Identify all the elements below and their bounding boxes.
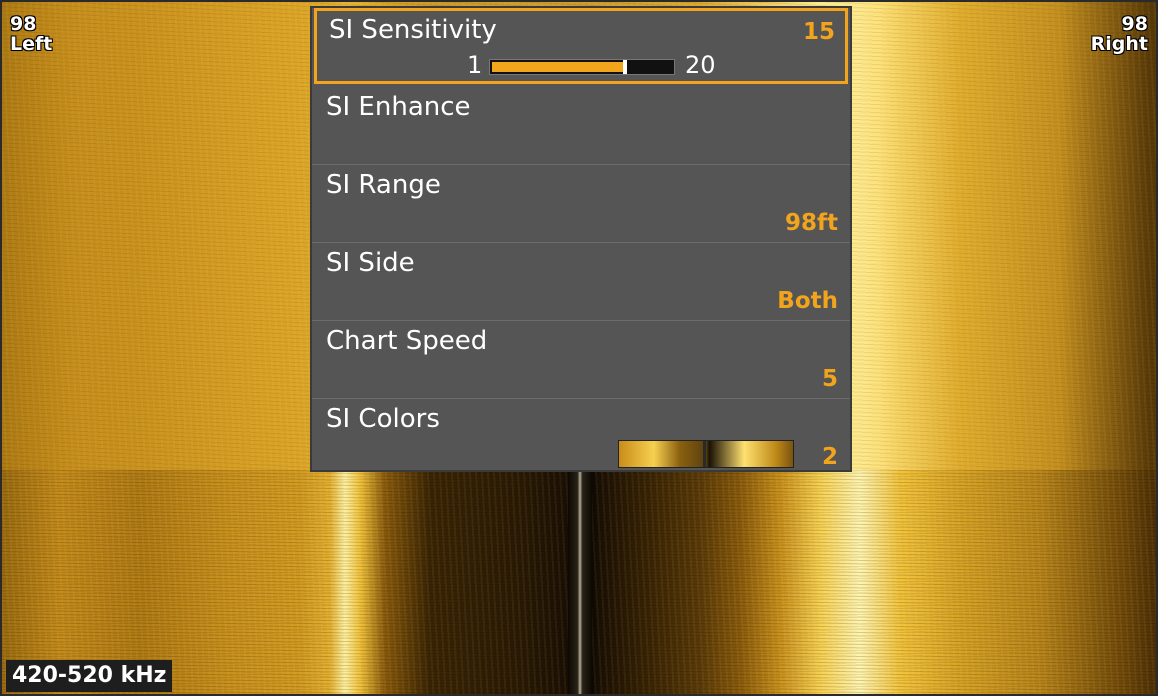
left-range-readout: 98 Left: [10, 14, 52, 54]
menu-item-chart-speed[interactable]: Chart Speed 5: [312, 320, 850, 399]
right-range-value: 98: [1121, 13, 1148, 35]
menu-item-label: SI Enhance: [326, 92, 471, 122]
sensitivity-slider-handle[interactable]: [623, 60, 627, 74]
slider-min-label: 1: [467, 51, 483, 79]
right-range-readout: 98 Right: [1091, 14, 1148, 54]
menu-item-label: SI Sensitivity: [329, 15, 497, 45]
menu-item-value: 15: [802, 19, 835, 45]
menu-item-value: 5: [821, 366, 838, 392]
menu-item-label: SI Side: [326, 248, 415, 278]
menu-item-label: SI Range: [326, 170, 441, 200]
slider-max-label: 20: [685, 51, 716, 79]
frequency-readout: 420-520 kHz: [6, 660, 173, 692]
menu-item-value: 2: [821, 444, 838, 470]
sensitivity-slider-fill: [492, 62, 625, 72]
sensitivity-slider[interactable]: [489, 59, 675, 75]
color-palette-preview: [618, 440, 794, 468]
menu-item-si-range[interactable]: SI Range 98ft: [312, 164, 850, 243]
right-side-label: Right: [1090, 33, 1148, 55]
menu-item-label: SI Colors: [326, 404, 440, 434]
menu-item-si-sensitivity[interactable]: SI Sensitivity 15 1 20: [314, 8, 848, 84]
left-side-label: Left: [10, 33, 53, 55]
left-range-value: 98: [10, 13, 37, 35]
menu-item-label: Chart Speed: [326, 326, 488, 356]
side-imaging-menu: SI Sensitivity 15 1 20 SI Enhance SI Ran…: [310, 6, 852, 472]
menu-item-si-colors[interactable]: SI Colors 2: [312, 398, 850, 476]
menu-item-value: 98ft: [784, 210, 838, 236]
menu-item-si-side[interactable]: SI Side Both: [312, 242, 850, 321]
menu-item-value: Both: [777, 288, 838, 314]
palette-divider: [703, 441, 706, 467]
menu-item-si-enhance[interactable]: SI Enhance: [312, 86, 850, 165]
